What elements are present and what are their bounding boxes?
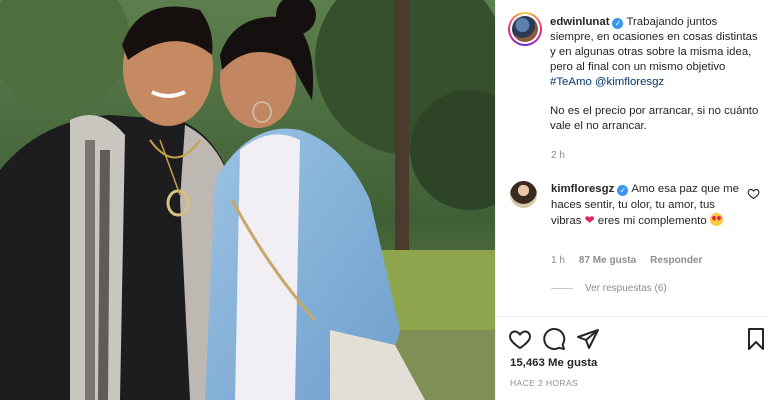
caption-timestamp[interactable]: 2 h: [551, 150, 565, 161]
comment-body: kimfloresgz ✓ Amo esa paz que me haces sen…: [551, 182, 739, 230]
author-avatar[interactable]: [508, 12, 542, 46]
post-actions: 15,463 Me gusta HACE 2 HORAS: [496, 316, 768, 400]
author-avatar-frame: [510, 14, 540, 44]
author-avatar-image: [512, 16, 538, 42]
post-like-count[interactable]: 15,463 Me gusta: [510, 357, 597, 369]
comment-like-heart-icon[interactable]: [747, 187, 760, 200]
heart-outline-icon[interactable]: [508, 327, 532, 351]
post-side-panel: edwinlunat ✓ Trabajando juntos siempre, en…: [495, 0, 768, 400]
view-replies-link[interactable]: Ver respuestas (6): [551, 283, 667, 294]
action-icons-row: [508, 327, 764, 351]
bookmark-icon[interactable]: [744, 327, 768, 351]
comment-reply-button[interactable]: Responder: [650, 255, 702, 266]
heart-eyes-emoji-icon: [709, 213, 723, 226]
comment-like-count[interactable]: 87 Me gusta: [579, 255, 636, 266]
caption-text-part2: No es el precio por arrancar, si no cuán…: [550, 105, 759, 132]
author-username[interactable]: edwinlunat: [550, 16, 609, 28]
caption-mention[interactable]: @kimfloresgz: [595, 76, 664, 88]
couple-photo: [0, 0, 495, 400]
comment-meta: 1 h 87 Me gusta Responder: [551, 255, 702, 266]
verified-badge-icon: ✓: [617, 185, 629, 196]
red-heart-emoji-icon: ❤: [584, 213, 595, 227]
commenter-username[interactable]: kimfloresgz: [551, 183, 614, 195]
verified-badge-icon: ✓: [612, 18, 624, 29]
replies-divider-line: [551, 288, 573, 289]
paper-plane-icon[interactable]: [576, 327, 600, 351]
post-photo[interactable]: [0, 0, 495, 400]
post-timestamp[interactable]: HACE 2 HORAS: [510, 378, 578, 388]
view-replies-label[interactable]: Ver respuestas (6): [585, 283, 667, 294]
commenter-avatar[interactable]: [510, 181, 537, 208]
comment-timestamp[interactable]: 1 h: [551, 255, 565, 266]
comment-bubble-icon[interactable]: [542, 327, 566, 351]
caption-hashtag[interactable]: #TeAmo: [550, 76, 592, 88]
post-caption: edwinlunat ✓ Trabajando juntos siempre, en…: [550, 15, 764, 134]
comment-text-part2: eres mi complemento: [594, 215, 710, 227]
